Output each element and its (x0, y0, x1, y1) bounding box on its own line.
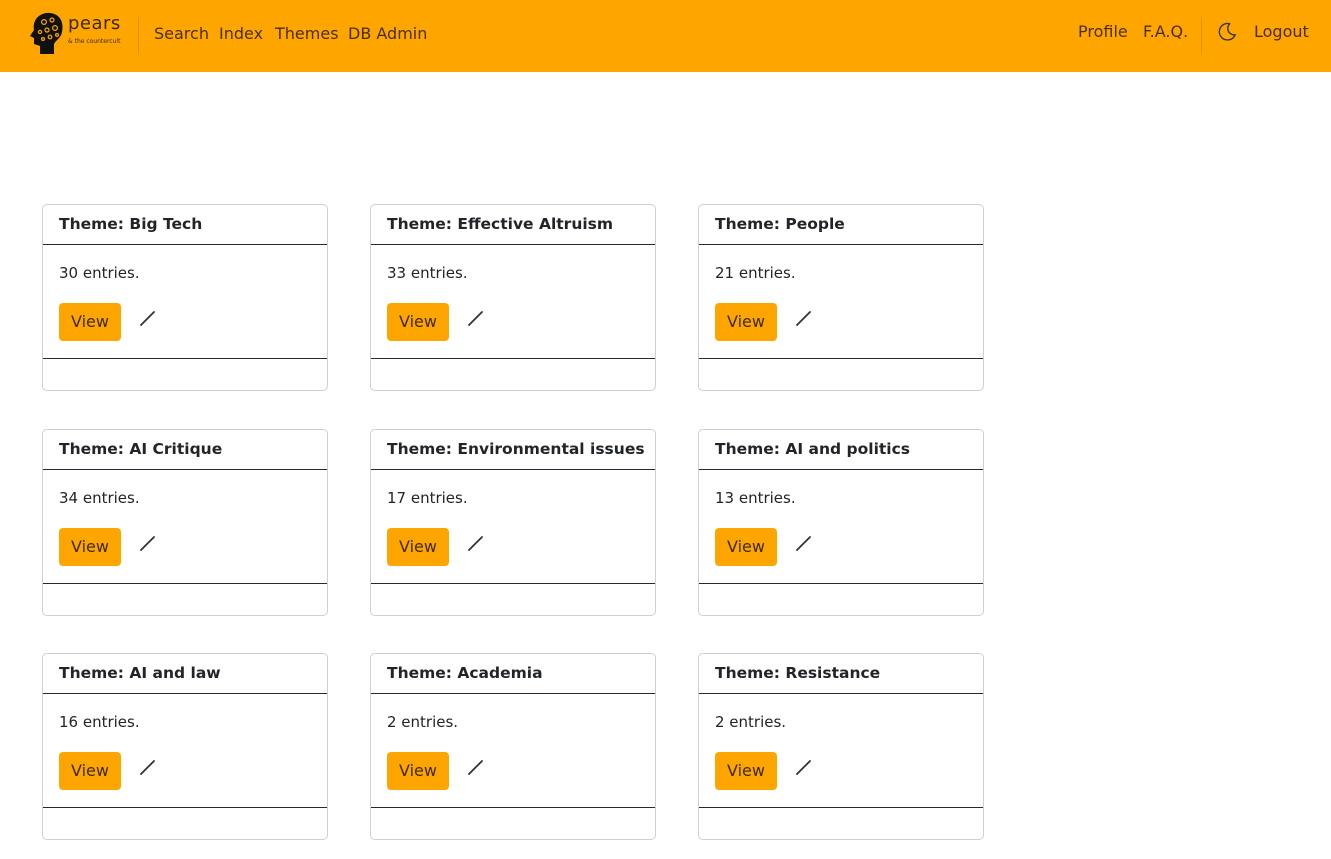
pencil-icon[interactable] (466, 533, 486, 553)
view-button[interactable]: View (59, 303, 121, 341)
nav-divider (1201, 17, 1202, 55)
theme-card: Theme: Academia 2 entries. View (370, 653, 656, 840)
theme-card: Theme: AI and law 16 entries. View (42, 653, 328, 840)
theme-card-title: Theme: AI Critique (43, 430, 327, 470)
top-navbar: pears & the countercult Search Index The… (0, 0, 1331, 72)
nav-search[interactable]: Search (154, 24, 209, 44)
theme-card-body: 17 entries. View (371, 470, 655, 584)
theme-card-body: 13 entries. View (699, 470, 983, 584)
view-button[interactable]: View (387, 303, 449, 341)
nav-faq[interactable]: F.A.Q. (1143, 22, 1188, 42)
pencil-icon[interactable] (794, 757, 814, 777)
theme-card-title: Theme: People (699, 205, 983, 245)
brand-name: pears (68, 13, 121, 34)
theme-entry-count: 16 entries. (59, 713, 140, 731)
head-logo-icon (30, 12, 63, 54)
theme-entry-count: 2 entries. (715, 713, 787, 731)
theme-entry-count: 34 entries. (59, 489, 140, 507)
pencil-icon[interactable] (794, 308, 814, 328)
theme-entry-count: 30 entries. (59, 264, 140, 282)
theme-card: Theme: Environmental issues 17 entries. … (370, 429, 656, 616)
theme-card-body: 34 entries. View (43, 470, 327, 584)
theme-card: Theme: Big Tech 30 entries. View (42, 204, 328, 391)
view-button[interactable]: View (387, 752, 449, 790)
view-button[interactable]: View (387, 528, 449, 566)
theme-card: Theme: Effective Altruism 33 entries. Vi… (370, 204, 656, 391)
view-button[interactable]: View (715, 303, 777, 341)
theme-card-title: Theme: AI and law (43, 654, 327, 694)
nav-profile[interactable]: Profile (1078, 22, 1128, 42)
view-button[interactable]: View (59, 528, 121, 566)
nav-db-admin[interactable]: DB Admin (348, 24, 427, 44)
nav-index[interactable]: Index (219, 24, 263, 44)
pencil-icon[interactable] (138, 533, 158, 553)
pencil-icon[interactable] (466, 757, 486, 777)
theme-card-body: 16 entries. View (43, 694, 327, 808)
theme-card: Theme: AI and politics 13 entries. View (698, 429, 984, 616)
theme-card-title: Theme: Resistance (699, 654, 983, 694)
brand-tagline: & the countercult (68, 38, 121, 45)
theme-card-body: 2 entries. View (699, 694, 983, 808)
pencil-icon[interactable] (466, 308, 486, 328)
nav-logout[interactable]: Logout (1254, 22, 1309, 42)
theme-card-body: 30 entries. View (43, 245, 327, 359)
moon-icon[interactable] (1216, 21, 1238, 43)
pencil-icon[interactable] (138, 757, 158, 777)
theme-entry-count: 21 entries. (715, 264, 796, 282)
theme-card-title: Theme: Academia (371, 654, 655, 694)
view-button[interactable]: View (715, 528, 777, 566)
brand-logo[interactable]: pears & the countercult (28, 10, 128, 58)
nav-themes[interactable]: Themes (275, 24, 339, 44)
theme-entry-count: 17 entries. (387, 489, 468, 507)
theme-entry-count: 13 entries. (715, 489, 796, 507)
theme-card-title: Theme: Effective Altruism (371, 205, 655, 245)
view-button[interactable]: View (715, 752, 777, 790)
theme-card-title: Theme: Environmental issues (371, 430, 655, 470)
theme-card-title: Theme: Big Tech (43, 205, 327, 245)
theme-entry-count: 2 entries. (387, 713, 459, 731)
theme-card-body: 21 entries. View (699, 245, 983, 359)
theme-card: Theme: AI Critique 34 entries. View (42, 429, 328, 616)
theme-card-title: Theme: AI and politics (699, 430, 983, 470)
theme-card-body: 2 entries. View (371, 694, 655, 808)
theme-entry-count: 33 entries. (387, 264, 468, 282)
nav-divider (138, 17, 139, 55)
theme-card: Theme: People 21 entries. View (698, 204, 984, 391)
pencil-icon[interactable] (138, 308, 158, 328)
theme-card-body: 33 entries. View (371, 245, 655, 359)
pencil-icon[interactable] (794, 533, 814, 553)
theme-card: Theme: Resistance 2 entries. View (698, 653, 984, 840)
view-button[interactable]: View (59, 752, 121, 790)
